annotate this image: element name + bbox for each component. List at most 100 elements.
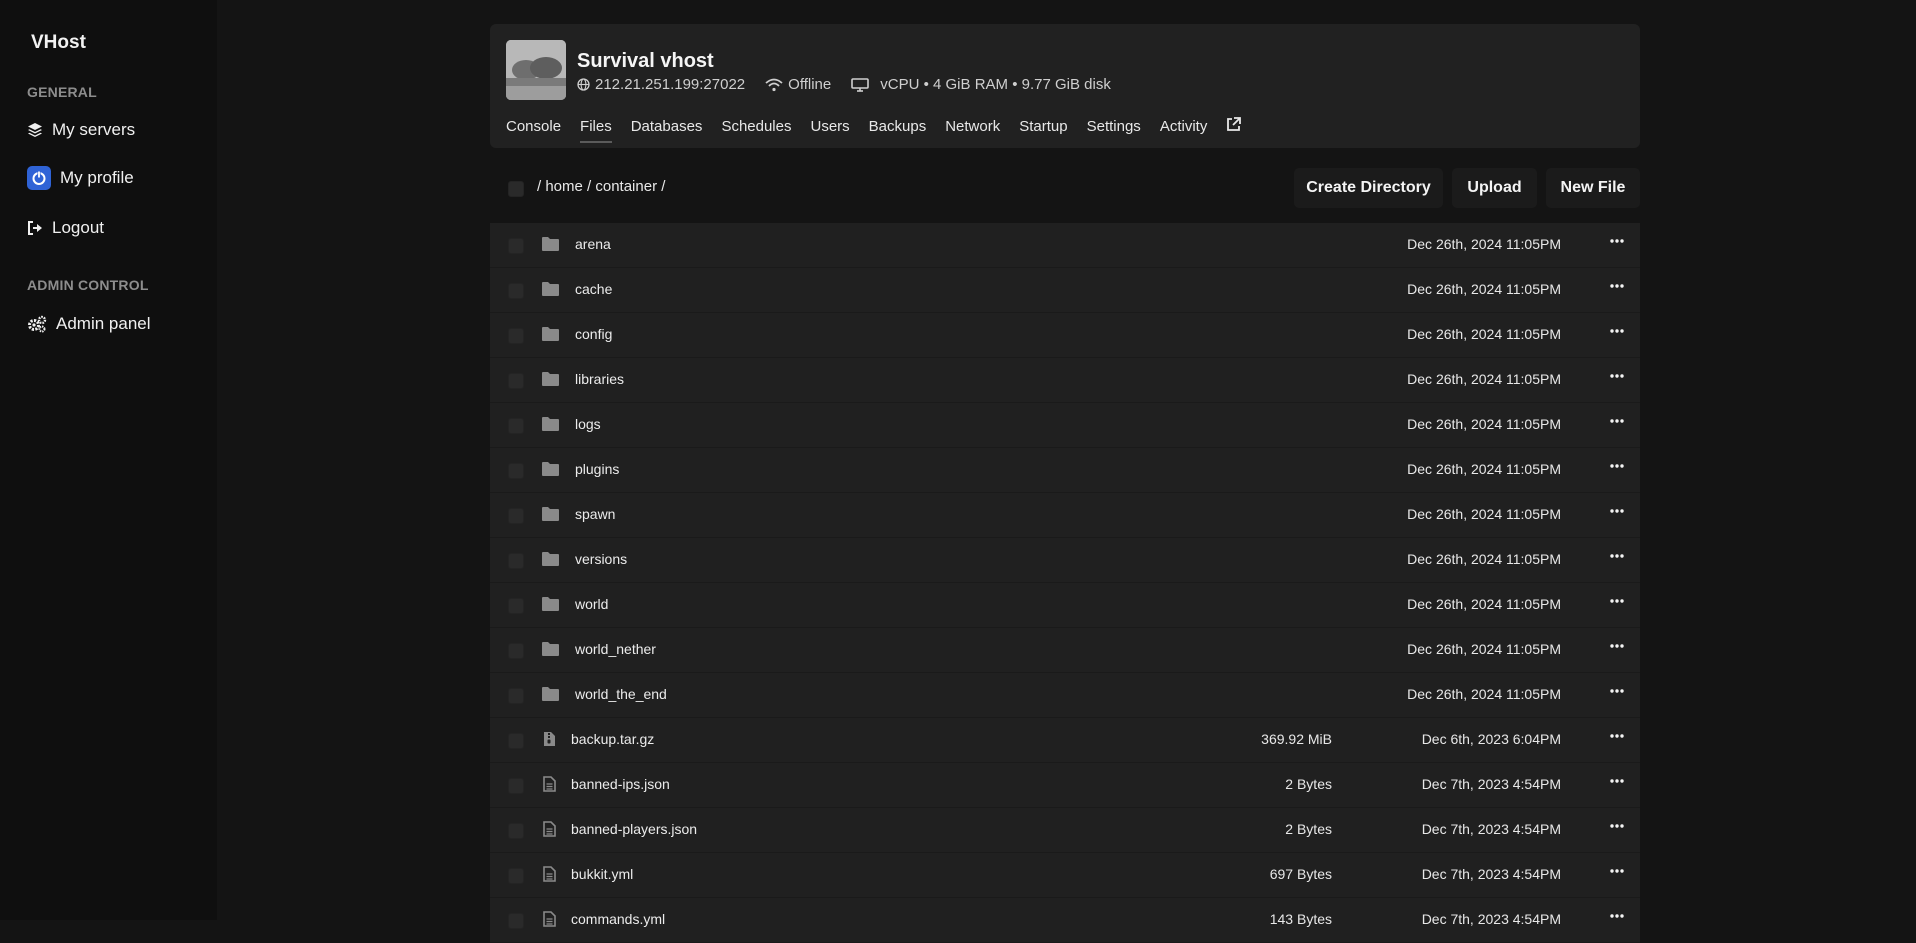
row-checkbox[interactable]: [508, 688, 524, 704]
file-name[interactable]: spawn: [575, 506, 615, 522]
file-row[interactable]: world_the_end Dec 26th, 2024 11:05PM: [490, 673, 1640, 718]
server-resources: vCPU • 4 GiB RAM • 9.77 GiB disk: [880, 76, 1111, 93]
tab-startup[interactable]: Startup: [1019, 118, 1067, 135]
ellipsis-icon[interactable]: [1610, 549, 1624, 568]
row-checkbox[interactable]: [508, 283, 524, 299]
row-checkbox[interactable]: [508, 238, 524, 254]
file-row[interactable]: bukkit.yml 697 Bytes Dec 7th, 2023 4:54PM: [490, 853, 1640, 898]
row-checkbox[interactable]: [508, 778, 524, 794]
external-link-icon[interactable]: [1226, 117, 1242, 136]
folder-icon: [541, 416, 560, 437]
file-row[interactable]: config Dec 26th, 2024 11:05PM: [490, 313, 1640, 358]
ellipsis-icon[interactable]: [1610, 324, 1624, 343]
file-row[interactable]: spawn Dec 26th, 2024 11:05PM: [490, 493, 1640, 538]
file-row[interactable]: libraries Dec 26th, 2024 11:05PM: [490, 358, 1640, 403]
server-meta: 212.21.251.199:27022 Offline vCPU • 4 Gi…: [577, 76, 1131, 93]
globe-icon: [577, 78, 590, 91]
file-row[interactable]: commands.yml 143 Bytes Dec 7th, 2023 4:54P…: [490, 898, 1640, 943]
sidebar-item-logout[interactable]: Logout: [27, 218, 104, 238]
file-name[interactable]: arena: [575, 236, 611, 252]
ellipsis-icon[interactable]: [1610, 909, 1624, 928]
ellipsis-icon[interactable]: [1610, 414, 1624, 433]
file-modified-date: Dec 26th, 2024 11:05PM: [1407, 416, 1561, 432]
file-name[interactable]: bukkit.yml: [571, 866, 633, 882]
ellipsis-icon[interactable]: [1610, 594, 1624, 613]
file-name[interactable]: logs: [575, 416, 601, 432]
file-name[interactable]: config: [575, 326, 612, 342]
ellipsis-icon[interactable]: [1610, 819, 1624, 838]
file-name[interactable]: world_the_end: [575, 686, 667, 702]
file-name[interactable]: world_nether: [575, 641, 656, 657]
ellipsis-icon[interactable]: [1610, 774, 1624, 793]
tab-console[interactable]: Console: [506, 118, 561, 135]
sidebar-item-my-servers[interactable]: My servers: [27, 120, 135, 140]
sidebar-item-admin-panel[interactable]: Admin panel: [27, 314, 151, 334]
row-checkbox[interactable]: [508, 733, 524, 749]
tab-backups[interactable]: Backups: [869, 118, 927, 135]
tab-files[interactable]: Files: [580, 118, 612, 143]
ellipsis-icon[interactable]: [1610, 459, 1624, 478]
file-size: 143 Bytes: [1269, 911, 1332, 927]
ellipsis-icon[interactable]: [1610, 639, 1624, 658]
file-name[interactable]: plugins: [575, 461, 619, 477]
tab-activity[interactable]: Activity: [1160, 118, 1208, 135]
file-row[interactable]: world Dec 26th, 2024 11:05PM: [490, 583, 1640, 628]
file-name[interactable]: banned-ips.json: [571, 776, 670, 792]
select-all-checkbox[interactable]: [508, 181, 524, 197]
file-row[interactable]: backup.tar.gz 369.92 MiB Dec 6th, 2023 6:0…: [490, 718, 1640, 763]
file-row[interactable]: banned-ips.json 2 Bytes Dec 7th, 2023 4:54…: [490, 763, 1640, 808]
row-checkbox[interactable]: [508, 643, 524, 659]
server-tabs: Console Files Databases Schedules Users …: [506, 117, 1260, 143]
row-checkbox[interactable]: [508, 508, 524, 524]
file-row[interactable]: world_nether Dec 26th, 2024 11:05PM: [490, 628, 1640, 673]
tab-users[interactable]: Users: [811, 118, 850, 135]
row-checkbox[interactable]: [508, 868, 524, 884]
file-icon: [543, 866, 556, 887]
row-checkbox[interactable]: [508, 913, 524, 929]
tab-schedules[interactable]: Schedules: [721, 118, 791, 135]
file-name[interactable]: backup.tar.gz: [571, 731, 654, 747]
brand-logo-text[interactable]: VHost: [31, 32, 86, 54]
tab-settings[interactable]: Settings: [1087, 118, 1141, 135]
file-name[interactable]: world: [575, 596, 608, 612]
file-row[interactable]: versions Dec 26th, 2024 11:05PM: [490, 538, 1640, 583]
file-row[interactable]: logs Dec 26th, 2024 11:05PM: [490, 403, 1640, 448]
upload-button[interactable]: Upload: [1452, 168, 1537, 208]
file-icon: [543, 776, 556, 797]
file-row[interactable]: arena Dec 26th, 2024 11:05PM: [490, 223, 1640, 268]
folder-icon: [541, 371, 560, 392]
file-name[interactable]: cache: [575, 281, 612, 297]
tab-network[interactable]: Network: [945, 118, 1000, 135]
file-name[interactable]: commands.yml: [571, 911, 665, 927]
file-modified-date: Dec 26th, 2024 11:05PM: [1407, 236, 1561, 252]
row-checkbox[interactable]: [508, 328, 524, 344]
ellipsis-icon[interactable]: [1610, 369, 1624, 388]
file-modified-date: Dec 7th, 2023 4:54PM: [1421, 821, 1561, 837]
new-file-button[interactable]: New File: [1546, 168, 1640, 208]
file-name[interactable]: libraries: [575, 371, 624, 387]
folder-icon: [541, 326, 560, 347]
row-checkbox[interactable]: [508, 823, 524, 839]
row-checkbox[interactable]: [508, 553, 524, 569]
file-modified-date: Dec 7th, 2023 4:54PM: [1421, 776, 1561, 792]
file-name[interactable]: banned-players.json: [571, 821, 697, 837]
ellipsis-icon[interactable]: [1610, 684, 1624, 703]
ellipsis-icon[interactable]: [1610, 279, 1624, 298]
create-directory-button[interactable]: Create Directory: [1294, 168, 1443, 208]
file-row[interactable]: cache Dec 26th, 2024 11:05PM: [490, 268, 1640, 313]
ellipsis-icon[interactable]: [1610, 234, 1624, 253]
ellipsis-icon[interactable]: [1610, 729, 1624, 748]
breadcrumb[interactable]: / home / container /: [537, 178, 665, 195]
row-checkbox[interactable]: [508, 373, 524, 389]
sidebar-item-label: Admin panel: [56, 314, 151, 333]
file-row[interactable]: plugins Dec 26th, 2024 11:05PM: [490, 448, 1640, 493]
file-row[interactable]: banned-players.json 2 Bytes Dec 7th, 2023 …: [490, 808, 1640, 853]
row-checkbox[interactable]: [508, 418, 524, 434]
tab-databases[interactable]: Databases: [631, 118, 703, 135]
row-checkbox[interactable]: [508, 463, 524, 479]
file-name[interactable]: versions: [575, 551, 627, 567]
sidebar-item-my-profile[interactable]: My profile: [27, 166, 134, 190]
row-checkbox[interactable]: [508, 598, 524, 614]
ellipsis-icon[interactable]: [1610, 504, 1624, 523]
ellipsis-icon[interactable]: [1610, 864, 1624, 883]
